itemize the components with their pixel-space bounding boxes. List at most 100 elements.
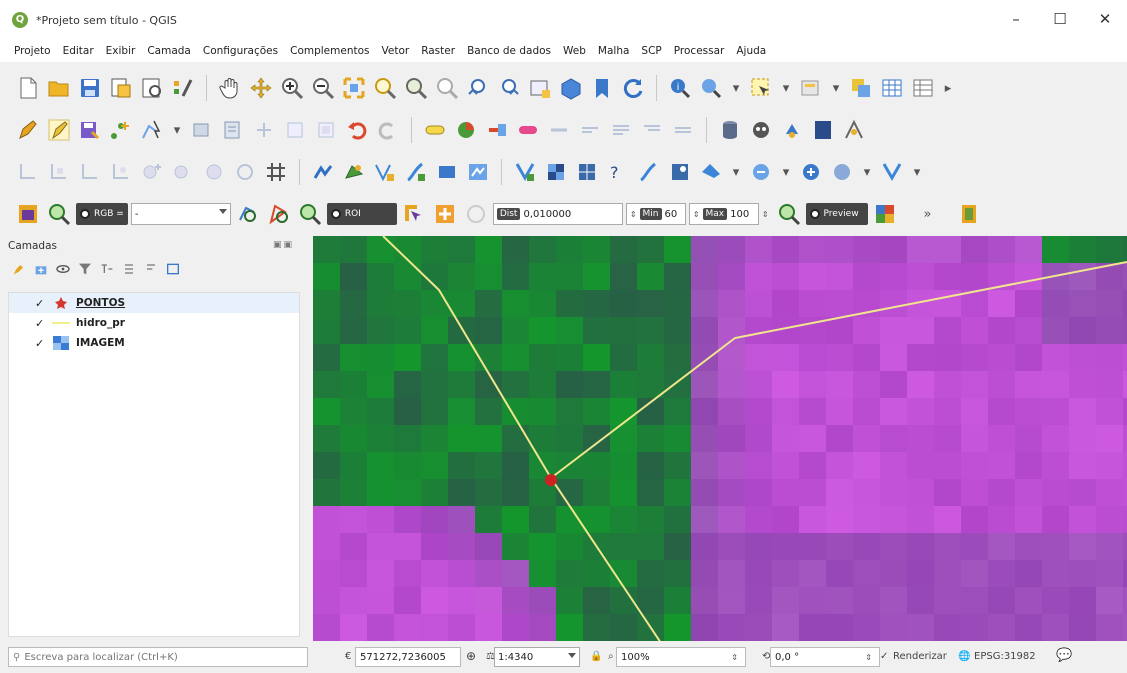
preview-toggle-button[interactable]: Preview (805, 203, 868, 225)
save-layer-edits-icon[interactable] (76, 116, 104, 144)
menu-editar[interactable]: Editar (57, 45, 100, 57)
gps-tool-icon[interactable] (840, 116, 868, 144)
crs-globe-icon[interactable]: 🌐 (958, 651, 970, 662)
roi-toggle-button[interactable]: ROI (326, 203, 397, 225)
rotate-label-icon[interactable] (576, 116, 604, 144)
zoom-to-selection-icon[interactable] (371, 74, 399, 102)
attribute-table-icon[interactable] (878, 74, 906, 102)
python-console-icon[interactable] (747, 116, 775, 144)
lock-scale-icon[interactable]: 🔒 (590, 651, 602, 662)
menu-raster[interactable]: Raster (415, 45, 461, 57)
remove-layer-icon[interactable] (164, 260, 182, 278)
dropdown-arrow-icon[interactable]: ▾ (828, 81, 844, 96)
dropdown-arrow-icon[interactable]: ▾ (778, 165, 794, 180)
dropdown-arrow-icon[interactable]: ▾ (859, 165, 875, 180)
panel-float-close-icon[interactable]: ▣▣ (273, 240, 294, 250)
menu-projeto[interactable]: Projeto (8, 45, 57, 57)
menu-ajuda[interactable]: Ajuda (730, 45, 772, 57)
label-tool-icon[interactable] (421, 116, 449, 144)
select-features-icon[interactable] (747, 74, 775, 102)
style-manager-icon[interactable] (169, 74, 197, 102)
dropdown-arrow-icon[interactable]: ▾ (909, 165, 925, 180)
add-spatialite-layer-icon[interactable] (747, 158, 775, 186)
map-canvas[interactable] (313, 236, 1127, 641)
close-button[interactable]: ✕ (1085, 8, 1125, 32)
extents-toggle-icon[interactable]: ⊕ (466, 649, 476, 663)
zoom-last-icon[interactable] (464, 74, 492, 102)
collapse-all-icon[interactable] (142, 260, 160, 278)
show-layout-manager-icon[interactable] (138, 74, 166, 102)
refresh-icon[interactable] (619, 74, 647, 102)
layer-row-hidro-pr[interactable]: ✓ hidro_pr (9, 313, 299, 333)
filter-by-expression-icon[interactable] (98, 260, 116, 278)
move-label-icon[interactable] (545, 116, 573, 144)
zoom-next-icon[interactable] (495, 74, 523, 102)
rotate-feature-icon[interactable] (309, 158, 337, 186)
reshape-features-icon[interactable] (76, 158, 104, 186)
database-icon[interactable] (716, 116, 744, 144)
locator-search-box[interactable]: ⚲ (8, 647, 308, 667)
add-group-icon[interactable] (32, 260, 50, 278)
new-3d-map-view-icon[interactable] (557, 74, 585, 102)
menu-configuracoes[interactable]: Configurações (197, 45, 284, 57)
crs-label[interactable]: EPSG:31982 (974, 651, 1036, 662)
filter-legend-icon[interactable] (76, 260, 94, 278)
scp-redo-roi-disabled-icon[interactable] (462, 200, 490, 228)
new-shapefile-layer-icon[interactable] (878, 158, 906, 186)
pan-hand-icon[interactable] (216, 74, 244, 102)
scp-dock-icon[interactable] (14, 200, 42, 228)
scale-combo[interactable]: 1:4340 (494, 647, 580, 667)
toolbar-overflow-button[interactable]: » (916, 207, 940, 222)
menu-complementos[interactable]: Complementos (284, 45, 375, 57)
dropdown-arrow-icon[interactable]: ▾ (728, 165, 744, 180)
plugins-icon[interactable] (778, 116, 806, 144)
cut-features-icon[interactable] (281, 116, 309, 144)
layer-visibility-checkbox[interactable]: ✓ (35, 317, 46, 330)
add-virtual-layer-icon[interactable] (635, 158, 663, 186)
expand-all-icon[interactable] (120, 260, 138, 278)
add-delimited-text-icon[interactable] (828, 158, 856, 186)
snapping-grid-icon[interactable] (262, 158, 290, 186)
open-field-calculator-icon[interactable] (697, 74, 725, 102)
layer-row-pontos[interactable]: ✓ PONTOS (9, 293, 299, 313)
add-part-icon[interactable] (169, 158, 197, 186)
add-wfs-layer-icon[interactable] (697, 158, 725, 186)
scp-roi-pointer-icon[interactable] (400, 200, 428, 228)
zoom-native-resolution-icon[interactable] (433, 74, 461, 102)
scp-tool-icon[interactable] (955, 200, 983, 228)
scp-zoom-temp-roi-icon[interactable] (234, 200, 262, 228)
magnifier-field[interactable]: 100% ⇕ (616, 647, 746, 667)
new-print-layout-icon[interactable] (107, 74, 135, 102)
fill-ring-icon[interactable] (200, 158, 228, 186)
add-vertex-icon[interactable] (371, 158, 399, 186)
dropdown-arrow-icon[interactable]: ▾ (778, 81, 794, 96)
save-project-icon[interactable] (76, 74, 104, 102)
new-map-view-icon[interactable] (526, 74, 554, 102)
measure-icon[interactable] (847, 74, 875, 102)
menu-vetor[interactable]: Vetor (376, 45, 416, 57)
zoom-to-layer-icon[interactable] (402, 74, 430, 102)
locator-input[interactable] (24, 651, 307, 663)
dropdown-arrow-icon[interactable]: ▾ (169, 123, 185, 138)
add-feature-icon[interactable] (138, 116, 166, 144)
redo-icon[interactable] (374, 116, 402, 144)
point-feature[interactable] (545, 474, 557, 486)
copy-move-feature-icon[interactable] (433, 158, 461, 186)
copy-features-icon[interactable] (312, 116, 340, 144)
add-raster-layer-icon[interactable] (542, 158, 570, 186)
messages-icon[interactable]: 💬 (1056, 648, 1072, 663)
menu-web[interactable]: Web (557, 45, 592, 57)
layer-row-imagem[interactable]: ✓ IMAGEM (9, 333, 299, 353)
scp-zoom-roi-icon[interactable] (296, 200, 324, 228)
merge-features-icon[interactable] (45, 158, 73, 186)
scp-classification-icon[interactable] (871, 200, 899, 228)
rgb-combo[interactable]: - (130, 203, 231, 225)
digitize-with-segment-icon[interactable] (107, 116, 135, 144)
rgb-toggle-button[interactable]: RGB = (76, 203, 128, 225)
open-layer-styling-icon[interactable] (10, 260, 28, 278)
show-hide-labels-icon[interactable] (514, 116, 542, 144)
pin-labels-icon[interactable] (483, 116, 511, 144)
add-vector-layer-icon[interactable] (511, 158, 539, 186)
menu-camada[interactable]: Camada (141, 45, 197, 57)
menu-malha[interactable]: Malha (592, 45, 636, 57)
